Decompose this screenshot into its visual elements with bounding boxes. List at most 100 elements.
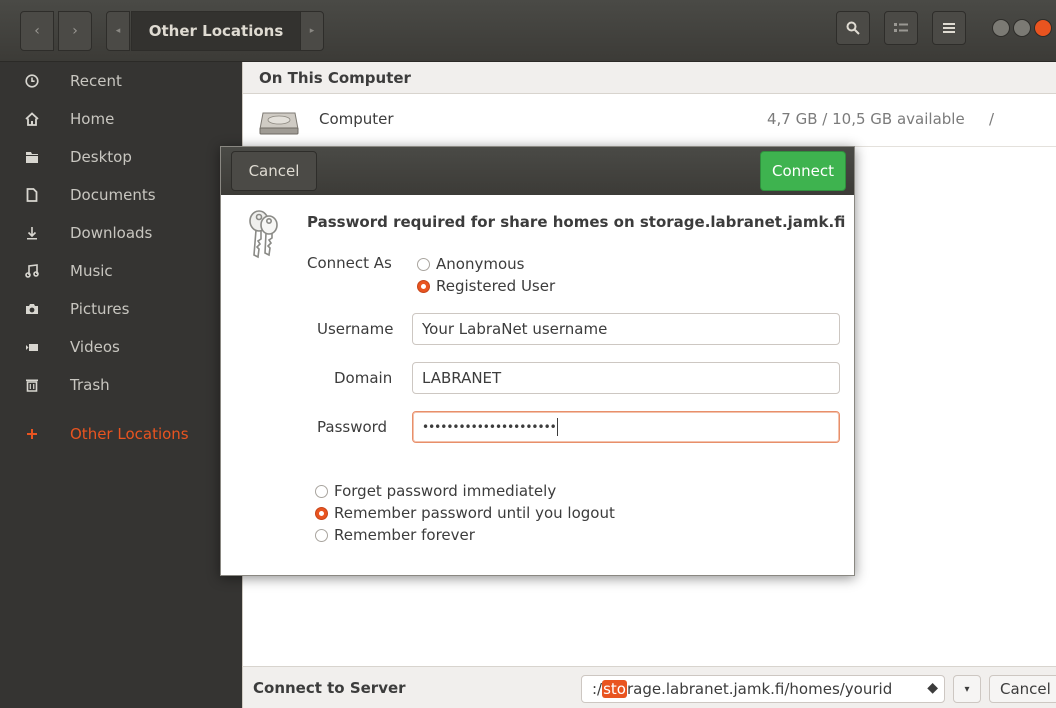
close-button[interactable] [1034, 19, 1052, 37]
radio-indicator [417, 279, 430, 293]
triangle-left-icon: ◂ [115, 26, 121, 36]
sidebar-item-label: Downloads [70, 224, 153, 242]
sidebar-item-other-locations[interactable]: Other Locations [0, 415, 242, 453]
sidebar: Recent Home Desktop Documents Downloads … [0, 62, 242, 708]
connect-to-server-bar: Connect to Server :/sto rage.labranet.jam… [242, 666, 1056, 708]
location-name: Computer [319, 110, 394, 128]
camera-icon [24, 301, 40, 317]
download-icon [24, 225, 40, 241]
sidebar-item-downloads[interactable]: Downloads [0, 214, 242, 252]
password-dialog: Cancel Connect Password required for sha… [220, 146, 855, 576]
sidebar-item-home[interactable]: Home [0, 100, 242, 138]
sidebar-item-label: Videos [70, 338, 120, 356]
window-controls [992, 19, 1052, 37]
domain-field[interactable]: LABRANET [412, 362, 840, 394]
maximize-button[interactable] [1013, 19, 1031, 37]
radio-label: Anonymous [436, 255, 525, 273]
dialog-connect-button[interactable]: Connect [760, 151, 846, 191]
search-button[interactable] [836, 11, 870, 45]
server-cancel-label: Cancel [1000, 680, 1051, 698]
trash-icon [24, 377, 40, 393]
sidebar-item-label: Home [70, 110, 115, 128]
sidebar-item-videos[interactable]: Videos [0, 328, 242, 366]
folder-icon [24, 149, 40, 165]
music-icon [24, 263, 40, 279]
location-mount-point: / [989, 110, 995, 128]
section-header: On This Computer [243, 62, 1056, 94]
server-address-prefix: :/ [592, 680, 603, 698]
username-field[interactable]: Your LabraNet username [412, 313, 840, 345]
sidebar-item-label: Other Locations [70, 425, 189, 443]
radio-registered-user[interactable]: Registered User [417, 277, 555, 295]
radio-label: Remember forever [334, 526, 475, 544]
triangle-right-icon: ▸ [309, 26, 315, 36]
sidebar-item-label: Documents [70, 186, 156, 204]
view-options-icon [894, 23, 908, 32]
view-options-button[interactable] [884, 11, 918, 45]
dialog-cancel-button[interactable]: Cancel [231, 151, 317, 191]
radio-anonymous[interactable]: Anonymous [417, 255, 524, 273]
connect-to-server-label: Connect to Server [253, 679, 406, 697]
header-bar: ‹ › ◂ Other Locations ▸ [0, 0, 1056, 62]
radio-label: Remember password until you logout [334, 504, 615, 522]
path-current-label: Other Locations [148, 22, 284, 40]
sidebar-item-music[interactable]: Music [0, 252, 242, 290]
location-row-computer[interactable]: Computer 4,7 GB / 10,5 GB available / [243, 95, 1056, 147]
document-icon [24, 187, 40, 203]
server-address-rest: rage.labranet.jamk.fi/homes/yourid [626, 680, 893, 698]
path-scroll-left-button[interactable]: ◂ [106, 11, 130, 51]
server-history-dropdown[interactable]: ▾ [953, 675, 981, 703]
radio-remember-forever[interactable]: Remember forever [315, 526, 475, 544]
sidebar-item-recent[interactable]: Recent [0, 62, 242, 100]
username-value: Your LabraNet username [422, 320, 608, 338]
video-icon [24, 339, 40, 355]
help-icon[interactable]: ◆ [927, 680, 938, 696]
location-space: 4,7 GB / 10,5 GB available [767, 110, 965, 128]
hamburger-menu-icon [943, 23, 955, 33]
sidebar-item-documents[interactable]: Documents [0, 176, 242, 214]
sidebar-item-desktop[interactable]: Desktop [0, 138, 242, 176]
radio-indicator [315, 506, 328, 520]
radio-indicator [417, 257, 430, 271]
radio-remember-until-logout[interactable]: Remember password until you logout [315, 504, 615, 522]
chevron-down-icon: ▾ [964, 683, 970, 695]
keys-icon [243, 209, 283, 265]
dialog-connect-label: Connect [771, 162, 835, 180]
sidebar-item-label: Pictures [70, 300, 130, 318]
dialog-cancel-label: Cancel [248, 162, 300, 180]
clock-icon [24, 73, 40, 89]
sidebar-item-label: Recent [70, 72, 122, 90]
domain-label: Domain [334, 369, 393, 387]
home-icon [24, 111, 40, 127]
chevron-right-icon: › [72, 23, 78, 39]
sidebar-item-pictures[interactable]: Pictures [0, 290, 242, 328]
path-bar-current[interactable]: Other Locations [131, 11, 301, 51]
dialog-header: Cancel Connect [221, 147, 854, 195]
sidebar-item-trash[interactable]: Trash [0, 366, 242, 404]
password-field[interactable]: •••••••••••••••••••••• [412, 411, 840, 443]
server-address-highlight: sto [602, 680, 627, 698]
section-title: On This Computer [259, 68, 411, 87]
radio-indicator [315, 528, 328, 542]
plus-icon [24, 426, 40, 442]
radio-forget-password[interactable]: Forget password immediately [315, 482, 556, 500]
path-scroll-right-button[interactable]: ▸ [300, 11, 324, 51]
password-value: •••••••••••••••••••••• [422, 420, 557, 434]
back-button[interactable]: ‹ [20, 11, 54, 51]
forward-button[interactable]: › [58, 11, 92, 51]
sidebar-item-label: Trash [70, 376, 110, 394]
menu-button[interactable] [932, 11, 966, 45]
sidebar-item-label: Music [70, 262, 113, 280]
domain-value: LABRANET [422, 369, 502, 387]
dialog-title: Password required for share homes on sto… [307, 213, 846, 231]
radio-label: Forget password immediately [334, 482, 557, 500]
search-icon [846, 21, 860, 35]
password-label: Password [317, 418, 388, 436]
server-address-input[interactable]: :/sto rage.labranet.jamk.fi/homes/yourid … [581, 675, 945, 703]
radio-indicator [315, 484, 328, 498]
hard-drive-icon [259, 107, 299, 139]
chevron-left-icon: ‹ [34, 23, 40, 39]
minimize-button[interactable] [992, 19, 1010, 37]
server-cancel-button[interactable]: Cancel [989, 675, 1056, 703]
username-label: Username [317, 320, 394, 338]
